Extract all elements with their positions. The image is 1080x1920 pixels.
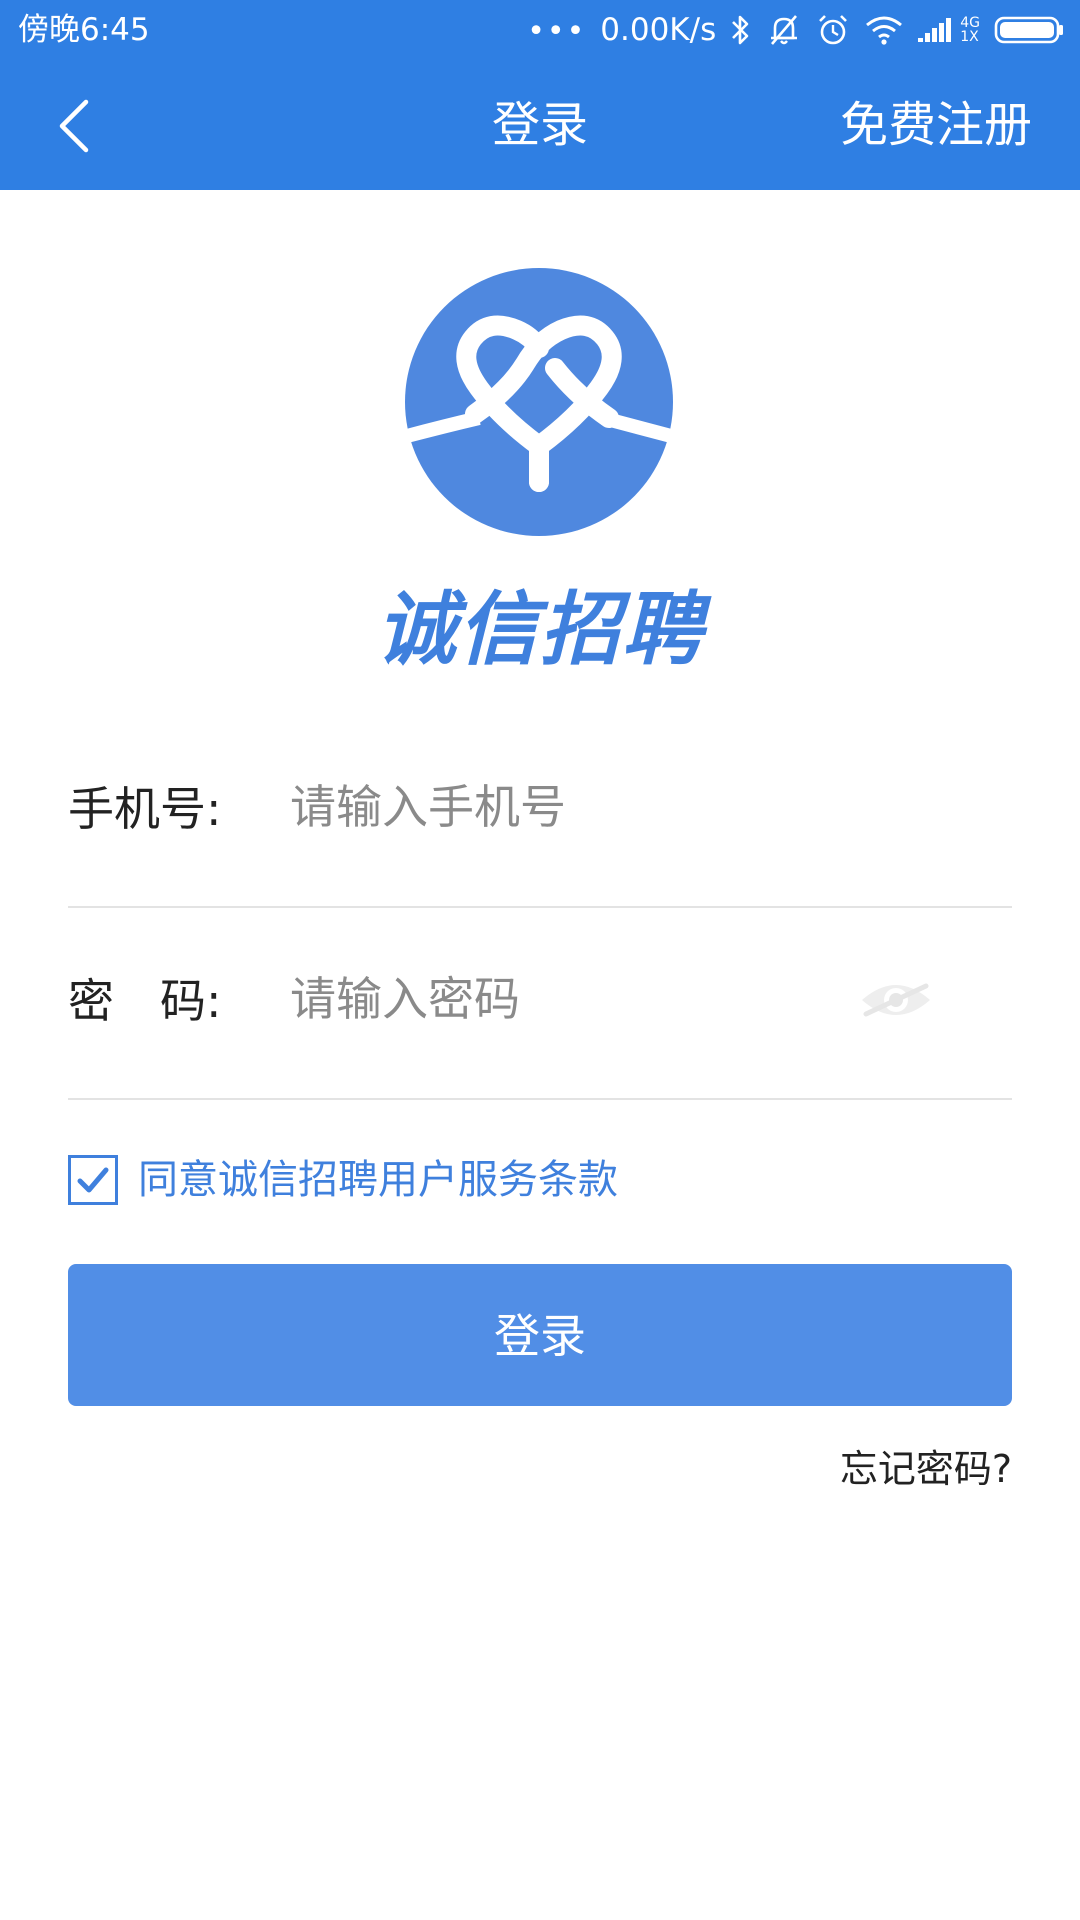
register-link[interactable]: 免费注册: [840, 92, 1032, 158]
login-button[interactable]: 登录: [68, 1264, 1012, 1406]
status-icons: ••• 0.00K/s 4G 1X: [527, 8, 1066, 52]
phone-label: 手机号:: [68, 782, 222, 836]
password-label: 密 码:: [68, 974, 222, 1028]
network-speed: 0.00K/s: [600, 12, 717, 48]
navbar: 登录 免费注册: [0, 62, 1080, 190]
status-bar: 傍晚6:45 ••• 0.00K/s 4G 1X: [0, 0, 1080, 62]
network-type-top: 4G: [960, 15, 980, 31]
brand-name: 诚信招聘: [376, 583, 704, 676]
battery-icon: [994, 16, 1063, 44]
network-type: 4G 1X: [960, 16, 980, 44]
status-time: 傍晚6:45: [18, 12, 150, 48]
header: 傍晚6:45 ••• 0.00K/s 4G 1X 登录 免费注册: [0, 0, 1080, 190]
forgot-password-link[interactable]: 忘记密码?: [840, 1442, 1012, 1496]
more-dots: •••: [527, 14, 587, 49]
mute-bell-icon: [771, 15, 798, 45]
password-row: 密 码:: [68, 948, 1012, 1100]
check-icon: [77, 1167, 109, 1193]
phone-input[interactable]: [290, 772, 850, 842]
agreement-text[interactable]: 同意诚信招聘用户服务条款: [138, 1152, 618, 1208]
password-input[interactable]: [290, 964, 850, 1034]
network-type-bottom: 1X: [960, 29, 979, 45]
agreement-checkbox[interactable]: [68, 1155, 118, 1205]
signal-icon: [918, 18, 952, 42]
phone-row: 手机号:: [68, 756, 1012, 908]
wifi-icon: [866, 16, 903, 45]
eye-hidden-icon[interactable]: [858, 976, 934, 1024]
bluetooth-icon: [732, 15, 749, 45]
alarm-icon: [819, 15, 848, 45]
login-screen: 傍晚6:45 ••• 0.00K/s 4G 1X 登录 免费注册 诚信招聘 手机…: [0, 0, 1080, 1920]
agreement-row: 同意诚信招聘用户服务条款: [68, 1152, 618, 1208]
logo-icon: [405, 268, 673, 536]
